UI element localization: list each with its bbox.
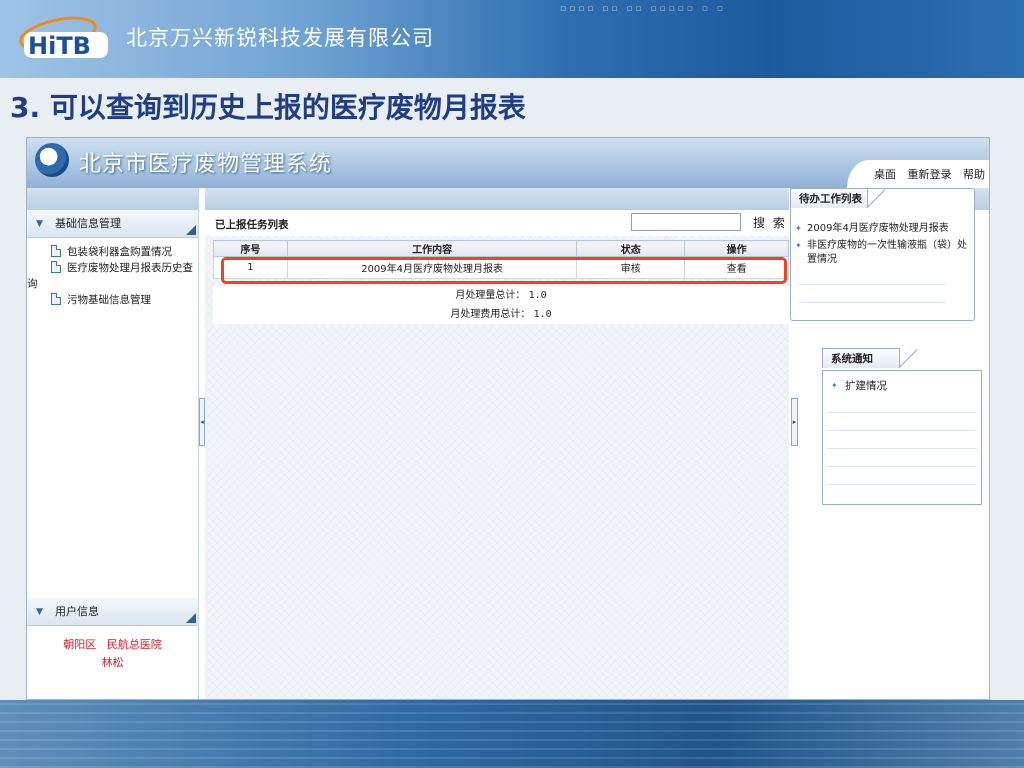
nav-item-label: 包装袋利器盒购置情况 xyxy=(67,246,172,258)
view-link[interactable]: 查看 xyxy=(684,256,789,279)
company-name: 北京万兴新锐科技发展有限公司 xyxy=(126,26,434,50)
slide-title: 3. 可以查询到历史上报的医疗废物月报表 xyxy=(10,91,526,124)
search-button[interactable]: 搜 索 xyxy=(753,214,787,231)
column-header-content[interactable]: 工作内容 xyxy=(286,240,578,257)
user-district: 朝阳区 xyxy=(63,638,97,651)
cell-index: 1 xyxy=(213,256,288,279)
app-window: 北京市医疗废物管理系统 桌面 重新登录 帮助 ▼ 基础信息管理 包装袋利器盒购置… xyxy=(26,137,990,700)
nav-item-label: 污物基础信息管理 xyxy=(67,294,151,306)
corner-triangle-icon xyxy=(186,225,196,235)
help-link[interactable]: 帮助 xyxy=(963,168,985,181)
user-org: 民航总医院 xyxy=(106,638,162,651)
desktop-link[interactable]: 桌面 xyxy=(874,168,896,181)
relogin-link[interactable]: 重新登录 xyxy=(908,168,952,181)
corner-triangle-icon xyxy=(186,613,196,623)
app-header: 北京市医疗废物管理系统 桌面 重新登录 帮助 xyxy=(27,138,989,188)
chevron-down-icon: ▼ xyxy=(36,607,43,617)
list-title: 已上报任务列表 xyxy=(215,219,289,231)
todo-item[interactable]: 非医疗废物的一次性输液瓶（袋）处置情况 xyxy=(791,239,974,267)
document-icon xyxy=(51,293,61,305)
accordion-basic-info[interactable]: ▼ 基础信息管理 xyxy=(27,210,198,238)
accordion-label: 基础信息管理 xyxy=(55,217,121,230)
accordion-label: 用户信息 xyxy=(55,605,99,618)
collapse-right-handle[interactable]: ▸ xyxy=(791,398,798,446)
summary-volume: 月处理量总计： 1.0 xyxy=(455,290,547,301)
header-links: 桌面 重新登录 帮助 xyxy=(866,166,985,182)
reported-task-table: 序号 工作内容 状态 操作 1 2009年4月医疗废物处理月报表 审核 查看 xyxy=(213,240,789,279)
todo-tab[interactable]: 待办工作列表 xyxy=(790,188,885,209)
document-icon xyxy=(51,245,61,257)
cell-content[interactable]: 2009年4月医疗废物处理月报表 xyxy=(286,256,578,279)
notice-card: 系统通知 扩建情况 xyxy=(822,348,982,505)
todo-list: 2009年4月医疗废物处理月报表 非医疗废物的一次性输液瓶（袋）处置情况 xyxy=(791,219,974,303)
decorative-pattern: ▫▫▫▫ ▫▫ ▫▫ ▫▫▫▫▫ ▫ ▫ xyxy=(560,4,726,14)
user-info-section: ▼ 用户信息 朝阳区 民航总医院 林松 xyxy=(27,598,198,672)
todo-item[interactable]: 2009年4月医疗废物处理月报表 xyxy=(791,222,974,236)
cell-status: 审核 xyxy=(576,256,686,279)
hitb-logo: HiTB xyxy=(19,16,108,60)
column-header-status[interactable]: 状态 xyxy=(576,240,686,257)
main-content: 已上报任务列表 搜 索 序号 工作内容 状态 操作 1 2009年4月医疗废物处… xyxy=(205,188,789,699)
user-name: 林松 xyxy=(101,656,124,669)
nav-item-waste-basic-info[interactable]: 污物基础信息管理 xyxy=(27,292,198,308)
user-details: 朝阳区 民航总医院 林松 xyxy=(27,626,198,672)
content-top-bar xyxy=(205,188,789,210)
slide-footer-band xyxy=(0,700,1024,768)
document-icon xyxy=(51,261,61,273)
sidebar-top-bar xyxy=(27,188,198,210)
accordion-user-info[interactable]: ▼ 用户信息 xyxy=(27,598,198,626)
chevron-down-icon: ▼ xyxy=(36,219,43,229)
notice-item[interactable]: 扩建情况 xyxy=(827,377,977,395)
nav-tree: 包装袋利器盒购置情况 医疗废物处理月报表历史查询 污物基础信息管理 xyxy=(27,238,198,308)
globe-logo-icon xyxy=(35,143,69,177)
nav-item-monthly-report-history[interactable]: 医疗废物处理月报表历史查询 xyxy=(27,260,198,292)
summary-block: 月处理量总计： 1.0 月处理费用总计： 1.0 xyxy=(213,286,789,324)
table-row[interactable]: 1 2009年4月医疗废物处理月报表 审核 查看 xyxy=(213,256,789,279)
table-header-row: 序号 工作内容 状态 操作 xyxy=(213,240,789,257)
slide-header-band: ▫▫▫▫ ▫▫ ▫▫ ▫▫▫▫▫ ▫ ▫ HiTB 北京万兴新锐科技发展有限公司 xyxy=(0,0,1024,78)
notice-list: 扩建情况 xyxy=(827,377,977,485)
summary-cost: 月处理费用总计： 1.0 xyxy=(450,309,552,320)
column-header-action[interactable]: 操作 xyxy=(684,240,789,257)
search-input[interactable] xyxy=(631,213,741,231)
todo-card: 待办工作列表 2009年4月医疗废物处理月报表 非医疗废物的一次性输液瓶（袋）处… xyxy=(790,188,975,321)
svg-text:HiTB: HiTB xyxy=(28,32,91,60)
right-sidebar: 待办工作列表 2009年4月医疗废物处理月报表 非医疗废物的一次性输液瓶（袋）处… xyxy=(790,188,989,699)
nav-item-package-purchase[interactable]: 包装袋利器盒购置情况 xyxy=(27,244,198,260)
notice-tab[interactable]: 系统通知 xyxy=(822,348,917,369)
list-toolbar: 已上报任务列表 搜 索 xyxy=(205,210,789,236)
left-sidebar: ▼ 基础信息管理 包装袋利器盒购置情况 医疗废物处理月报表历史查询 污物基础信息… xyxy=(27,188,199,699)
column-header-index[interactable]: 序号 xyxy=(213,240,288,257)
app-title: 北京市医疗废物管理系统 xyxy=(79,152,333,177)
